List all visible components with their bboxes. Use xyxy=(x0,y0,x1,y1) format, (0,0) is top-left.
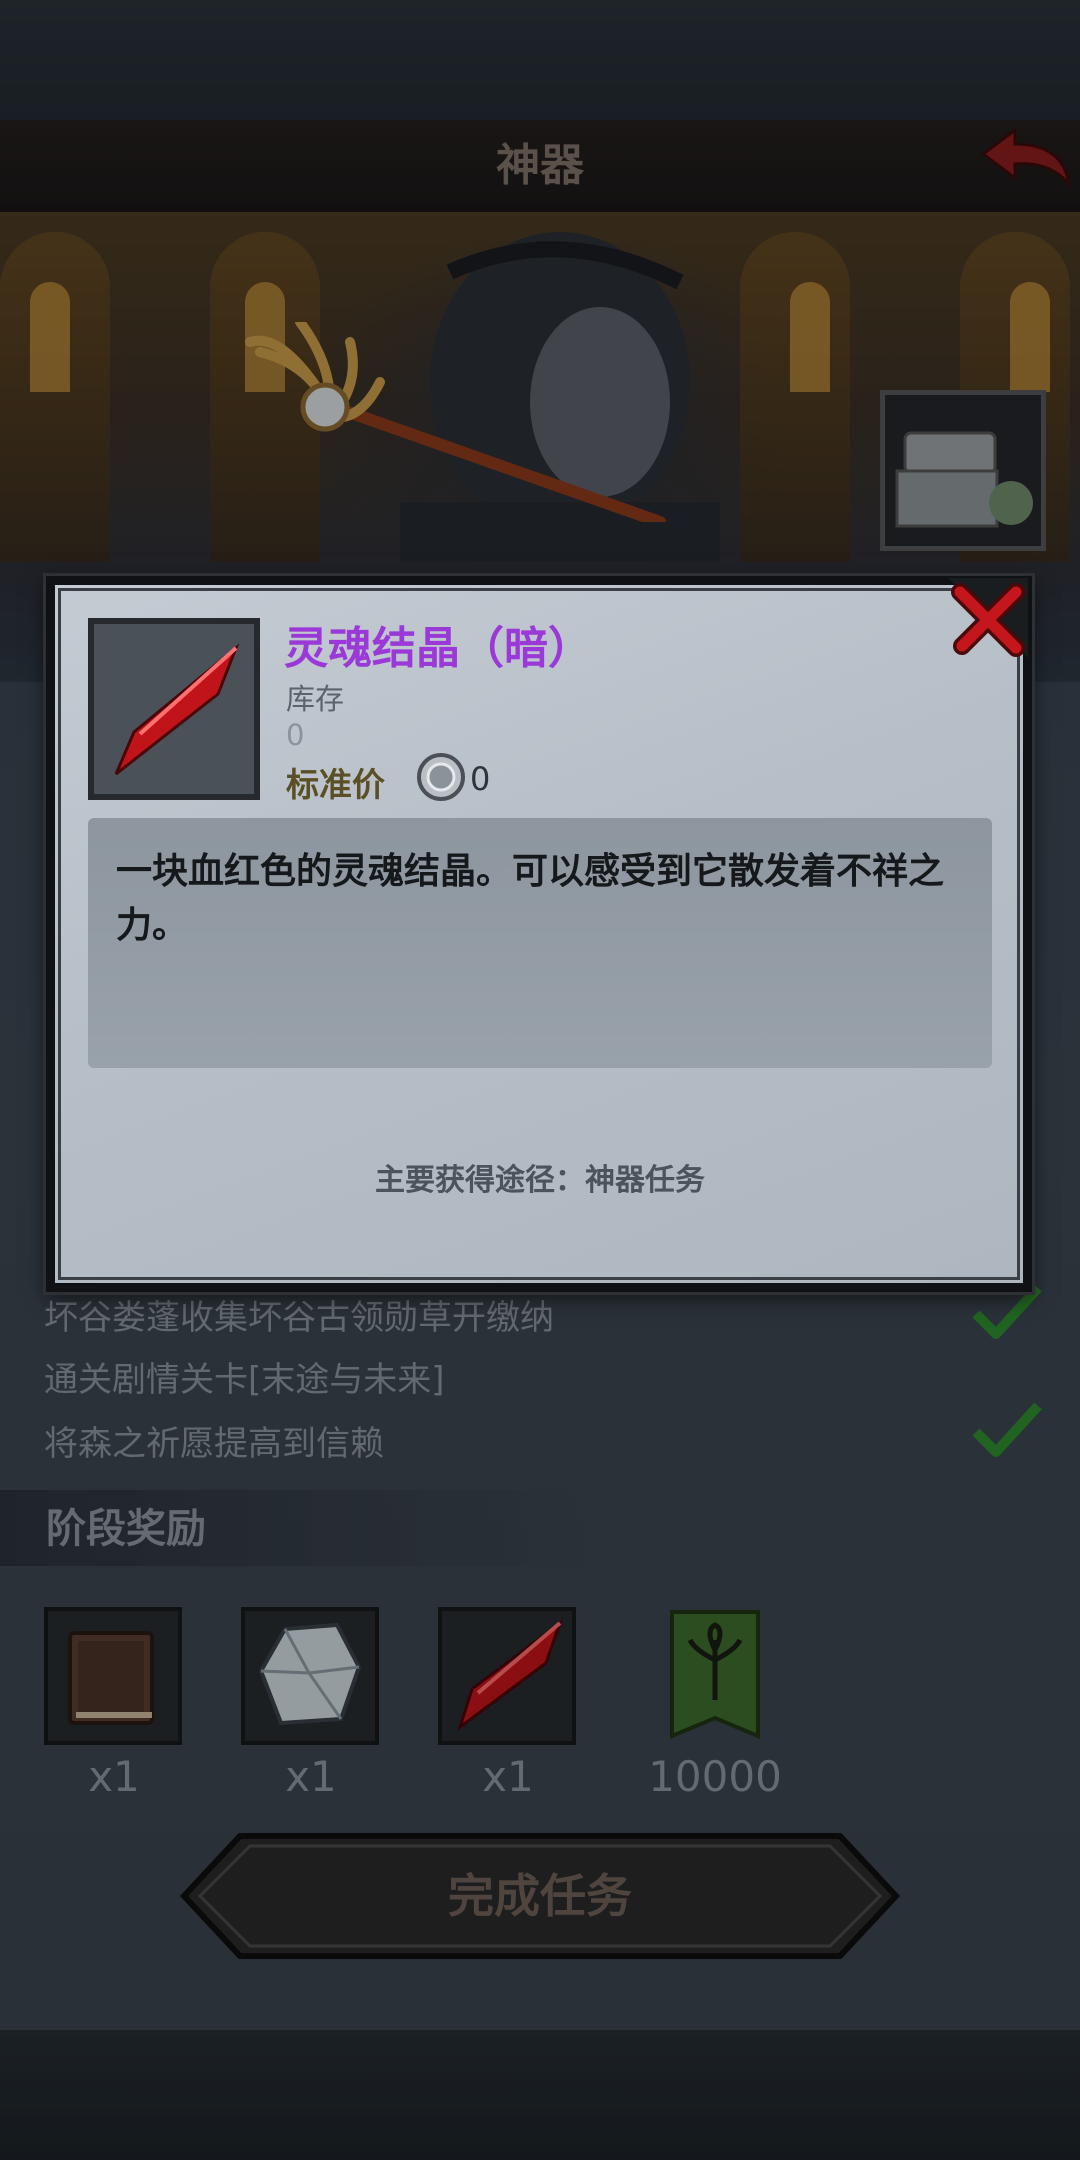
price-label: 标准价 xyxy=(286,765,385,804)
acquisition-source: 主要获得途径：神器任务 xyxy=(375,1163,705,1198)
stock-label: 库存 xyxy=(286,682,345,716)
close-icon[interactable] xyxy=(948,578,1028,658)
item-description: 一块血红色的灵魂结晶。可以感受到它散发着不祥之力。 xyxy=(116,851,945,946)
price-value: 0 xyxy=(470,760,491,798)
item-icon-frame xyxy=(88,618,260,800)
item-name: 灵魂结晶（暗） xyxy=(284,623,592,674)
soul-crystal-dark-icon xyxy=(114,643,240,776)
stock-value: 0 xyxy=(286,718,305,752)
silver-coin-icon xyxy=(417,753,465,801)
